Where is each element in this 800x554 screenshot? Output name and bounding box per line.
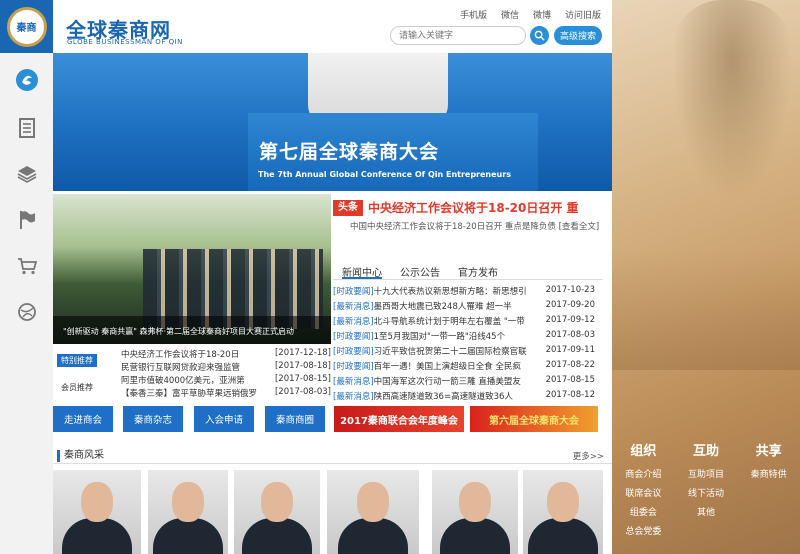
list-item[interactable]: 阿里市值破4000亿美元，亚洲第 [2017-08-15] bbox=[121, 374, 331, 386]
news-row[interactable]: [最新消息]墨西哥大地震已致248人罹难 超一半 2017-09-20 bbox=[333, 300, 595, 312]
menu-item[interactable]: 秦商特供 bbox=[737, 467, 800, 480]
left-nav bbox=[0, 53, 53, 554]
news-row[interactable]: [最新消息]中国海军这次行动一箭三雕 直播美盟友 2017-08-15 bbox=[333, 375, 595, 387]
search-icon bbox=[534, 30, 545, 41]
headline-title[interactable]: 中央经济工作会议将于18-20日召开 重 bbox=[368, 199, 579, 216]
news-row[interactable]: [时政要闻]1至5月我国对"一带一路"沿线45个 2017-08-03 bbox=[333, 330, 595, 342]
member-tag: 会员推荐 bbox=[61, 383, 93, 392]
news-row[interactable]: [最新消息]北斗导航系统计划于明年左右覆盖 "一带 2017-09-12 bbox=[333, 315, 595, 327]
business-circle-button[interactable]: 秦商商圈 bbox=[265, 406, 325, 432]
list-item[interactable]: 民营银行互联网贷款迎来强监管 [2017-08-18] bbox=[121, 361, 331, 373]
portrait[interactable] bbox=[53, 470, 141, 554]
section-header: 秦商风采 更多>> bbox=[53, 450, 612, 464]
top-links: 手机版 微信 微博 访问旧版 bbox=[460, 8, 615, 21]
menu-item[interactable]: 线下活动 bbox=[675, 486, 738, 499]
tab-news-center[interactable]: 新闻中心 bbox=[342, 262, 382, 279]
portrait[interactable] bbox=[234, 470, 320, 554]
organization-column: 组织 商会介绍 联席会议 组委会 总会党委 bbox=[612, 440, 675, 543]
portrait[interactable] bbox=[148, 470, 228, 554]
news-row[interactable]: [时政要闻]十九大代表热议新思想新方略：新思想引 2017-10-23 bbox=[333, 285, 595, 297]
menu-item[interactable]: 联席会议 bbox=[612, 486, 675, 499]
globe-icon[interactable] bbox=[14, 299, 40, 325]
section-title: 秦商风采 bbox=[57, 450, 104, 462]
menu-item[interactable]: 组委会 bbox=[612, 505, 675, 518]
tab-official[interactable]: 官方发布 bbox=[458, 262, 498, 279]
portrait[interactable] bbox=[432, 470, 518, 554]
featured-news: 特别推荐 会员推荐 中央经济工作会议将于18-20日 [2017-12-18] 民… bbox=[53, 344, 331, 404]
advanced-search-button[interactable]: 高级搜索 bbox=[554, 26, 602, 45]
hero-subtitle: The 7th Annual Global Conference Of Qin … bbox=[258, 170, 511, 179]
menu-item[interactable]: 总会党委 bbox=[612, 524, 675, 537]
logo-seal: 秦商 bbox=[6, 6, 47, 47]
layers-icon[interactable] bbox=[14, 161, 40, 187]
photo-caption: "创新驱动 秦商共赢" 森弗杯·第二届全球秦商好项目大赛正式启动 bbox=[53, 316, 331, 344]
apply-membership-button[interactable]: 入会申请 bbox=[194, 406, 254, 432]
site-subtitle: GLOBE BUSINESSMAN OF QIN bbox=[67, 38, 183, 46]
list-item[interactable]: 【秦香三秦】富平草胁苹果远销俄罗 [2017-08-03] bbox=[121, 387, 331, 399]
wechat-link[interactable]: 微信 bbox=[501, 8, 519, 21]
site-logo[interactable]: 秦商 bbox=[0, 0, 53, 53]
headline-summary[interactable]: 中国中央经济工作会议将于18-20日召开 重点是降负债 [查看全文] bbox=[350, 220, 599, 232]
news-photo[interactable]: "创新驱动 秦商共赢" 森弗杯·第二届全球秦商好项目大赛正式启动 bbox=[53, 194, 331, 344]
document-icon[interactable] bbox=[14, 115, 40, 141]
tab-announcements[interactable]: 公示公告 bbox=[400, 262, 440, 279]
portrait[interactable] bbox=[327, 470, 419, 554]
share-column: 共享 秦商特供 bbox=[737, 440, 800, 543]
menu-item[interactable]: 其他 bbox=[675, 505, 738, 518]
mutual-aid-column: 互助 互助项目 线下活动 其他 bbox=[675, 440, 738, 543]
statue-image bbox=[672, 0, 792, 200]
right-panel: 组织 商会介绍 联席会议 组委会 总会党委 互助 互助项目 线下活动 其他 共享… bbox=[612, 0, 800, 554]
portrait[interactable] bbox=[523, 470, 603, 554]
menu-item[interactable]: 互助项目 bbox=[675, 467, 738, 480]
mobile-link[interactable]: 手机版 bbox=[460, 8, 487, 21]
hero-banner[interactable]: 第七届全球秦商大会 The 7th Annual Global Conferen… bbox=[53, 53, 612, 191]
news-tabs: 新闻中心 公示公告 官方发布 bbox=[333, 262, 603, 280]
hero-title: 第七届全球秦商大会 bbox=[259, 141, 440, 163]
list-item[interactable]: 中央经济工作会议将于18-20日 [2017-12-18] bbox=[121, 348, 331, 360]
right-menu: 组织 商会介绍 联席会议 组委会 总会党委 互助 互助项目 线下活动 其他 共享… bbox=[612, 440, 800, 543]
weibo-link[interactable]: 微博 bbox=[533, 8, 551, 21]
conference-banner[interactable]: 第六届全球秦商大会 bbox=[470, 406, 598, 432]
featured-tag: 特别推荐 bbox=[57, 354, 97, 367]
news-row[interactable]: [时政要闻]百年一遇！美国上演超级日全食 全民疯 2017-08-22 bbox=[333, 360, 595, 372]
search-button[interactable] bbox=[530, 26, 549, 45]
home-icon[interactable] bbox=[14, 67, 40, 93]
news-row[interactable]: [最新消息]陕西高速隧道致36=高速隧道致36人 2017-08-12 bbox=[333, 390, 595, 402]
flag-icon[interactable] bbox=[14, 207, 40, 233]
headline-tag: 头条 bbox=[333, 200, 363, 216]
more-link[interactable]: 更多>> bbox=[573, 450, 604, 462]
magazine-button[interactable]: 秦商杂志 bbox=[123, 406, 183, 432]
about-chamber-button[interactable]: 走进商会 bbox=[53, 406, 113, 432]
search-input[interactable] bbox=[390, 26, 526, 45]
cart-icon[interactable] bbox=[14, 253, 40, 279]
menu-item[interactable]: 商会介绍 bbox=[612, 467, 675, 480]
old-version-link[interactable]: 访问旧版 bbox=[565, 8, 601, 21]
summit-banner[interactable]: 2017秦商联合会年度峰会 bbox=[334, 406, 464, 432]
great-wall-image bbox=[612, 250, 800, 370]
news-row[interactable]: [时政要闻]习近平致信祝贺第二十二届国际检察官联 2017-09-11 bbox=[333, 345, 595, 357]
